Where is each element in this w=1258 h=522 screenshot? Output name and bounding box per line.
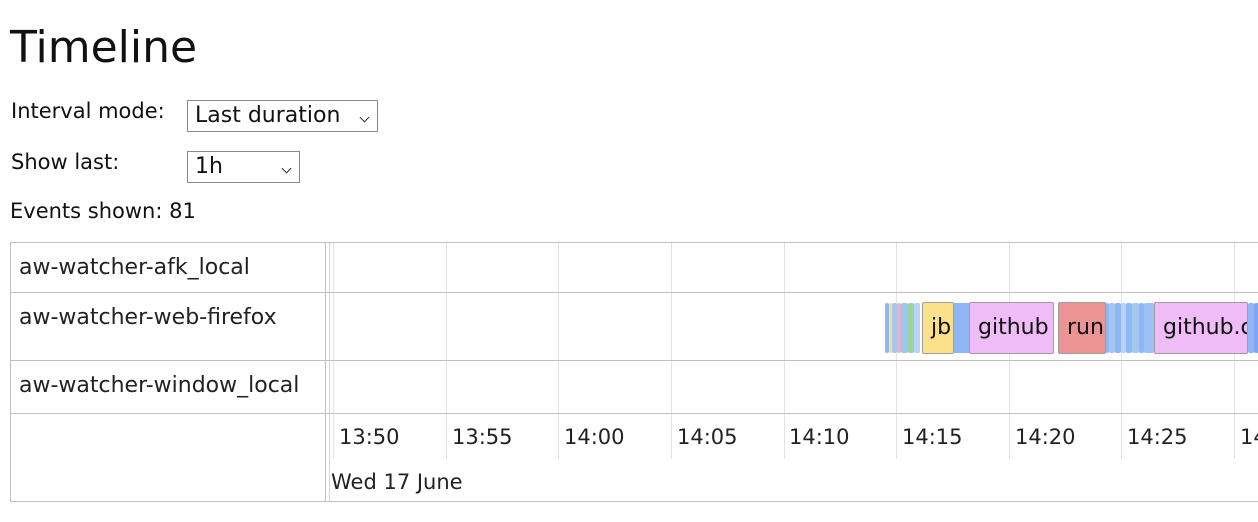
- row-separator: [11, 413, 1258, 414]
- page-title: Timeline: [10, 22, 198, 73]
- axis-tick-label: 14:10: [789, 425, 850, 449]
- grid-line: [671, 243, 672, 459]
- row-separator: [11, 360, 1258, 361]
- axis-tick-label: 14: [1240, 425, 1258, 449]
- show-last-label: Show last:: [11, 150, 120, 174]
- timeline-label-divider: [329, 243, 331, 501]
- chevron-down-icon: [359, 112, 370, 123]
- axis-tick-label: 14:05: [677, 425, 738, 449]
- axis-tick-label: 14:25: [1127, 425, 1188, 449]
- event-github[interactable]: github: [969, 302, 1054, 354]
- event-bar[interactable]: [953, 303, 970, 353]
- row-label-afk: aw-watcher-afk_local: [19, 255, 250, 280]
- interval-mode-value: Last duration: [195, 103, 341, 128]
- row-label-window: aw-watcher-window_local: [19, 373, 300, 398]
- axis-tick-label: 14:20: [1015, 425, 1076, 449]
- row-label-web-firefox: aw-watcher-web-firefox: [19, 305, 277, 330]
- axis-tick-label: 14:15: [902, 425, 963, 449]
- event-label: github.c: [1163, 315, 1248, 340]
- interval-mode-label: Interval mode:: [11, 99, 165, 123]
- timeline-chart[interactable]: aw-watcher-afk_local aw-watcher-web-fire…: [10, 242, 1258, 502]
- event-bar[interactable]: [901, 303, 908, 353]
- event-run[interactable]: run: [1058, 302, 1106, 354]
- grid-line: [333, 243, 334, 459]
- interval-mode-select[interactable]: Last duration: [187, 100, 378, 132]
- chevron-down-icon: [281, 163, 292, 174]
- event-label: jb: [931, 315, 952, 340]
- event-jb[interactable]: jb: [922, 302, 954, 354]
- grid-line: [446, 243, 447, 459]
- axis-tick-label: 13:50: [339, 425, 400, 449]
- axis-date-label: Wed 17 June: [331, 470, 463, 494]
- event-bar[interactable]: [1254, 303, 1258, 353]
- grid-line: [784, 243, 785, 459]
- show-last-value: 1h: [195, 154, 223, 179]
- event-bar[interactable]: [1144, 303, 1154, 353]
- event-bar[interactable]: [1132, 303, 1139, 353]
- row-separator: [11, 292, 1258, 293]
- show-last-select[interactable]: 1h: [187, 151, 300, 183]
- axis-tick-label: 14:00: [564, 425, 625, 449]
- grid-line: [558, 243, 559, 459]
- event-label: run: [1067, 315, 1104, 340]
- axis-tick-label: 13:55: [452, 425, 513, 449]
- event-bar[interactable]: [914, 303, 920, 353]
- events-shown-count: Events shown: 81: [10, 199, 196, 223]
- event-github-c[interactable]: github.c: [1154, 302, 1248, 354]
- event-label: github: [978, 315, 1049, 340]
